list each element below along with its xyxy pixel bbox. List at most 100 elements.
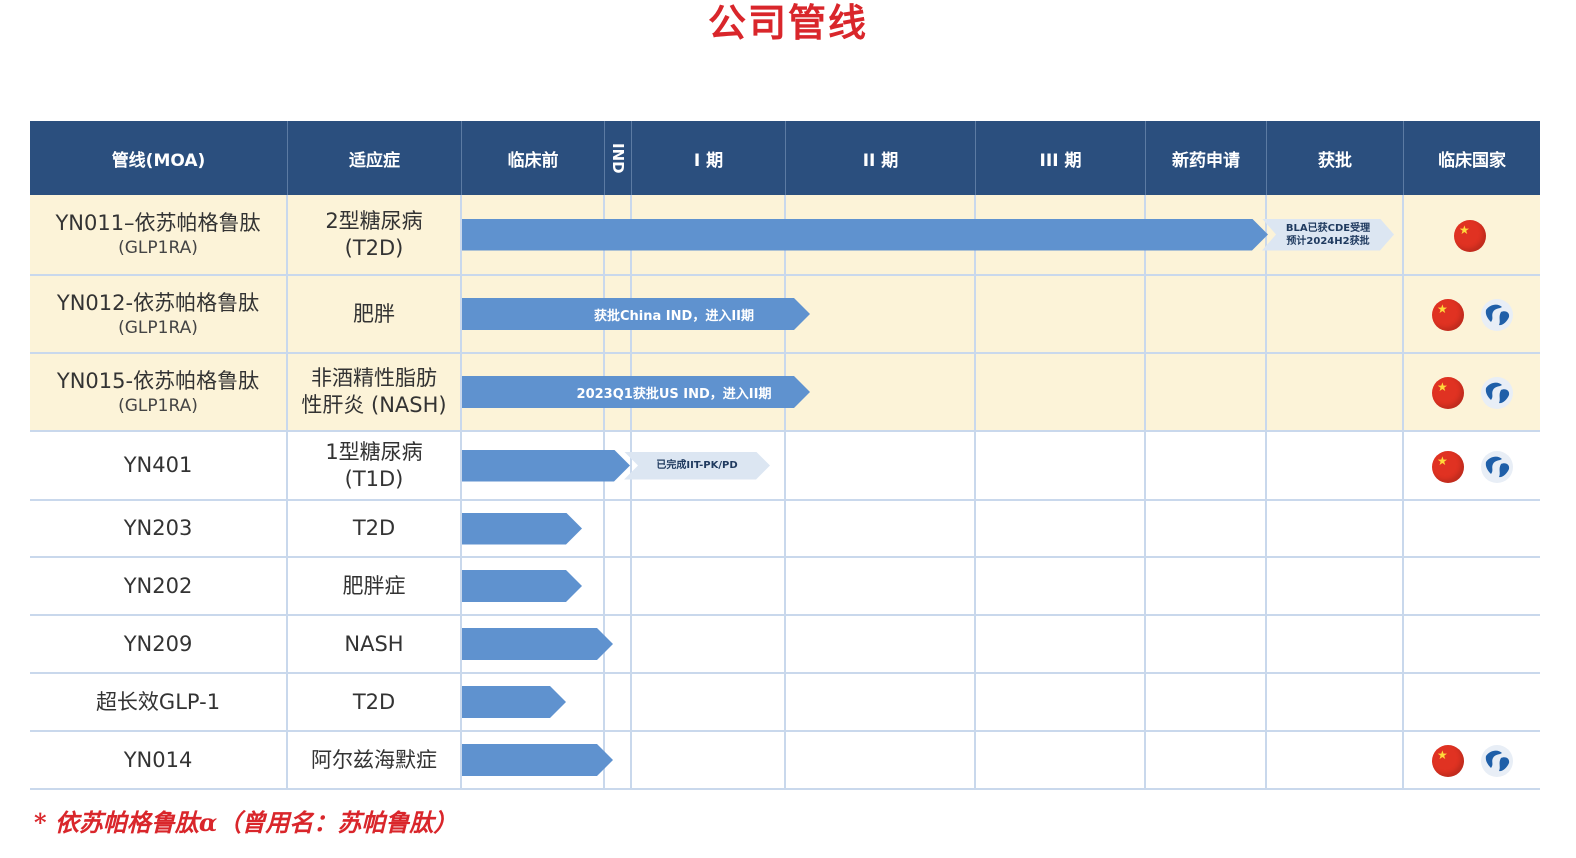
- stage-cell: [605, 674, 632, 730]
- pipeline-name-cell: YN015-依苏帕格鲁肽 (GLP1RA): [30, 354, 288, 430]
- stage-cell: [1404, 732, 1540, 788]
- status-note: BLA已获CDE受理 预计2024H2获批: [1262, 219, 1394, 251]
- pipeline-name: YN015-依苏帕格鲁肽: [56, 368, 260, 393]
- indication-cell: NASH: [288, 616, 462, 672]
- table-row: YN011–依苏帕格鲁肽 (GLP1RA) 2型糖尿病 (T2D) BLA已获CDE受理…: [30, 195, 1540, 276]
- table-row: YN012-依苏帕格鲁肽 (GLP1RA) 肥胖 获批China IND，进入II期: [30, 276, 1540, 354]
- header-countries: 临床国家: [1438, 150, 1506, 171]
- stage-cell: [632, 674, 786, 730]
- indication-line1: 2型糖尿病: [325, 208, 423, 233]
- stage-cell: [1267, 732, 1404, 788]
- stage-cell: [1404, 432, 1540, 499]
- progress-arrow: [462, 744, 613, 776]
- stage-cell: [632, 558, 786, 614]
- stage-cell: [1267, 501, 1404, 556]
- pipeline-name: 超长效GLP-1: [95, 689, 221, 714]
- stage-cell: [786, 616, 976, 672]
- china-flag-icon: [1454, 219, 1486, 252]
- header-indication: 适应症: [288, 121, 462, 195]
- pipeline-name-cell: YN209: [30, 616, 288, 672]
- globe-icon: [1480, 744, 1514, 778]
- status-note-line1: 已完成IIT-PK/PD: [656, 460, 738, 471]
- stage-cell: [1267, 674, 1404, 730]
- pipeline-name-cell: 超长效GLP-1: [30, 674, 288, 730]
- stage-cell: [786, 501, 976, 556]
- header-approved: 获批: [1267, 121, 1404, 195]
- header-phase2: II 期: [786, 121, 976, 195]
- header-nda: 新药申请: [1146, 121, 1267, 195]
- pipeline-name-cell: YN011–依苏帕格鲁肽 (GLP1RA): [30, 195, 288, 274]
- indication-cell: 非酒精性脂肪 性肝炎 (NASH): [288, 354, 462, 430]
- stage-cell: [1146, 276, 1267, 352]
- footnote: * 依苏帕格鲁肽α（曾用名：苏帕鲁肽）: [34, 808, 458, 837]
- indication-line1: 阿尔兹海默症: [311, 747, 437, 772]
- pipeline-table: 管线(MOA) 适应症 临床前 IND I 期 II 期 III 期 新药申请 …: [30, 121, 1540, 790]
- header-phase1: I 期: [632, 121, 786, 195]
- stage-cell: [1404, 501, 1540, 556]
- page-title: 公司管线: [707, 1, 868, 45]
- stage-cell: [1404, 354, 1540, 430]
- status-note: 已完成IIT-PK/PD: [624, 452, 770, 480]
- header-ind: IND: [605, 121, 632, 195]
- stage-cell: [976, 558, 1146, 614]
- pipeline-moa: (GLP1RA): [118, 238, 198, 258]
- arrow-label: 2023Q1获批US IND，进入II期: [576, 386, 772, 402]
- status-note-line2: 预计2024H2获批: [1286, 235, 1370, 247]
- indication-cell: 2型糖尿病 (T2D): [288, 195, 462, 274]
- stage-cell: [976, 732, 1146, 788]
- pipeline-moa: (GLP1RA): [118, 395, 198, 416]
- indication-line1: NASH: [344, 631, 404, 656]
- indication-line1: 非酒精性脂肪: [311, 366, 437, 390]
- globe-icon: [1480, 376, 1514, 410]
- stage-cell: [1267, 558, 1404, 614]
- progress-arrow: [462, 450, 630, 482]
- stage-cell: [976, 432, 1146, 499]
- table-row: YN401 1型糖尿病 (T1D) 已完成IIT-PK/PD: [30, 432, 1540, 501]
- status-note-line1: BLA已获CDE受理: [1285, 222, 1371, 234]
- progress-arrow: [462, 513, 582, 545]
- stage-cell: [976, 674, 1146, 730]
- stage-cell: [632, 616, 786, 672]
- stage-cell: [786, 732, 976, 788]
- pipeline-name: YN203: [123, 516, 193, 540]
- pipeline-name: YN209: [123, 631, 193, 656]
- indication-line2: (T2D): [344, 235, 404, 260]
- stage-cell: [605, 558, 632, 614]
- stage-cell: [1146, 354, 1267, 430]
- progress-arrow: [462, 219, 1268, 251]
- stage-cell: [1146, 501, 1267, 556]
- header-preclinical: 临床前: [462, 121, 605, 195]
- stage-cell: [1146, 732, 1267, 788]
- stage-cell: [1267, 276, 1404, 352]
- pipeline-moa: (GLP1RA): [118, 317, 198, 338]
- table-row: YN015-依苏帕格鲁肽 (GLP1RA) 非酒精性脂肪 性肝炎 (NASH) 2023…: [30, 354, 1540, 432]
- stage-cell: [786, 558, 976, 614]
- stage-cell: [1404, 674, 1540, 730]
- indication-line2: 性肝炎 (NASH): [301, 393, 447, 417]
- table-row: YN202 肥胖症: [30, 558, 1540, 616]
- arrow-label: 获批China IND，进入II期: [594, 308, 754, 324]
- stage-cell: [786, 432, 976, 499]
- globe-icon: [1480, 298, 1514, 332]
- stage-cell: [1146, 558, 1267, 614]
- china-flag-icon: [1432, 745, 1464, 777]
- pipeline-name-cell: YN014: [30, 732, 288, 788]
- stage-cell: [1404, 558, 1540, 614]
- indication-cell: 肥胖症: [288, 558, 462, 614]
- stage-cell: [786, 276, 976, 352]
- globe-icon: [1480, 450, 1514, 484]
- indication-cell: T2D: [288, 501, 462, 556]
- progress-arrow: [462, 686, 566, 718]
- indication-line1: 肥胖: [353, 301, 395, 326]
- table-row: YN014 阿尔兹海默症: [30, 732, 1540, 790]
- progress-arrow: [462, 570, 582, 602]
- pipeline-name-cell: YN202: [30, 558, 288, 614]
- indication-cell: 1型糖尿病 (T1D): [288, 432, 462, 499]
- table-row: 超长效GLP-1 T2D: [30, 674, 1540, 732]
- table-row: YN203 T2D: [30, 501, 1540, 558]
- stage-cell: [1267, 354, 1404, 430]
- indication-cell: 阿尔兹海默症: [288, 732, 462, 788]
- china-flag-icon: [1432, 299, 1464, 331]
- stage-cell: [1404, 616, 1540, 672]
- table-row: YN209 NASH: [30, 616, 1540, 674]
